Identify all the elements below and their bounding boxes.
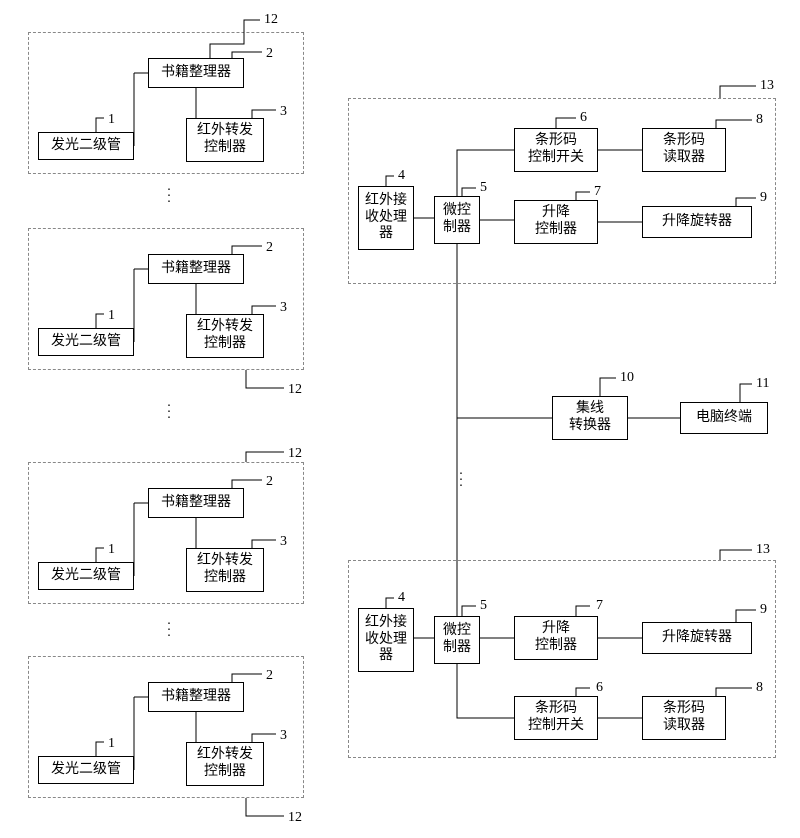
label-4-bottom: 4: [398, 590, 405, 607]
label-12-a: 12: [264, 12, 278, 29]
block-ir-recv-proc-bottom: 红外接 收处理 器: [358, 608, 414, 672]
block-pc-terminal: 电脑终端: [680, 402, 768, 434]
label-8-top: 8: [756, 112, 763, 129]
label-1-c: 1: [108, 542, 115, 559]
ellipsis-left-3: ...: [166, 618, 172, 636]
block-book-sorter-4: 书籍整理器: [148, 682, 244, 712]
label-4-top: 4: [398, 168, 405, 185]
block-lift-ctrl-bottom: 升降 控制器: [514, 616, 598, 660]
block-ir-recv-proc-top: 红外接 收处理 器: [358, 186, 414, 250]
label-11: 11: [756, 376, 769, 393]
label-12-c: 12: [288, 446, 302, 463]
label-1-d: 1: [108, 736, 115, 753]
label-5-bottom: 5: [480, 598, 487, 615]
label-7-bottom: 7: [596, 598, 603, 615]
label-13-bottom: 13: [756, 542, 770, 559]
label-9-top: 9: [760, 190, 767, 207]
block-book-sorter-2: 书籍整理器: [148, 254, 244, 284]
label-2-d: 2: [266, 668, 273, 685]
block-lift-rotator-bottom: 升降旋转器: [642, 622, 752, 654]
ellipsis-left-1: ...: [166, 184, 172, 202]
block-led-4: 发光二级管: [38, 756, 134, 784]
block-microcontroller-bottom: 微控 制器: [434, 616, 480, 664]
label-7-top: 7: [594, 184, 601, 201]
block-led-2: 发光二级管: [38, 328, 134, 356]
label-2-c: 2: [266, 474, 273, 491]
label-1-b: 1: [108, 308, 115, 325]
block-barcode-reader-bottom: 条形码 读取器: [642, 696, 726, 740]
label-3-a: 3: [280, 104, 287, 121]
block-led-1: 发光二级管: [38, 132, 134, 160]
block-barcode-reader-top: 条形码 读取器: [642, 128, 726, 172]
block-book-sorter-1: 书籍整理器: [148, 58, 244, 88]
label-12-b: 12: [288, 382, 302, 399]
label-6-bottom: 6: [596, 680, 603, 697]
block-barcode-switch-bottom: 条形码 控制开关: [514, 696, 598, 740]
block-ir-forward-ctrl-4: 红外转发 控制器: [186, 742, 264, 786]
block-ir-forward-ctrl-3: 红外转发 控制器: [186, 548, 264, 592]
ellipsis-left-2: ...: [166, 400, 172, 418]
block-book-sorter-3: 书籍整理器: [148, 488, 244, 518]
label-3-b: 3: [280, 300, 287, 317]
block-microcontroller-top: 微控 制器: [434, 196, 480, 244]
label-5-top: 5: [480, 180, 487, 197]
label-6-top: 6: [580, 110, 587, 127]
ellipsis-right-1: ...: [458, 468, 464, 486]
label-2-b: 2: [266, 240, 273, 257]
block-hub-converter: 集线 转换器: [552, 396, 628, 440]
label-9-bottom: 9: [760, 602, 767, 619]
block-lift-ctrl-top: 升降 控制器: [514, 200, 598, 244]
block-ir-forward-ctrl-2: 红外转发 控制器: [186, 314, 264, 358]
block-ir-forward-ctrl-1: 红外转发 控制器: [186, 118, 264, 162]
label-13-top: 13: [760, 78, 774, 95]
block-barcode-switch-top: 条形码 控制开关: [514, 128, 598, 172]
block-led-3: 发光二级管: [38, 562, 134, 590]
label-2-a: 2: [266, 46, 273, 63]
label-1-a: 1: [108, 112, 115, 129]
label-3-c: 3: [280, 534, 287, 551]
label-12-d: 12: [288, 810, 302, 827]
label-10: 10: [620, 370, 634, 387]
label-8-bottom: 8: [756, 680, 763, 697]
label-3-d: 3: [280, 728, 287, 745]
block-lift-rotator-top: 升降旋转器: [642, 206, 752, 238]
